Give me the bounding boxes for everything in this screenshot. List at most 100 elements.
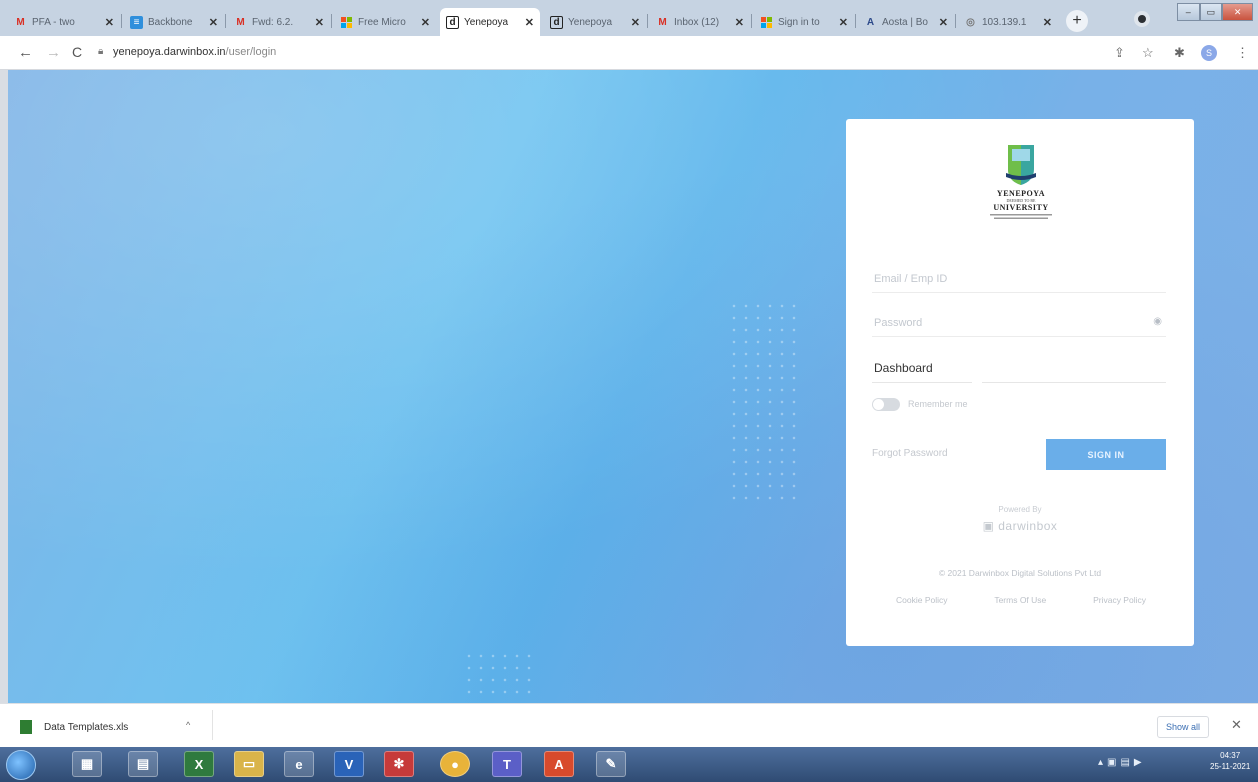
password-field[interactable]: Password ◉ <box>872 307 1166 337</box>
acrobat-icon[interactable]: A <box>544 751 574 777</box>
tab-sign-in[interactable]: Sign in to ✕ <box>754 8 854 36</box>
show-all-button[interactable]: Show all <box>1157 716 1209 738</box>
eye-icon[interactable]: ◉ <box>1153 316 1162 327</box>
close-tab-icon[interactable]: ✕ <box>209 16 218 29</box>
forward-arrow-icon[interactable]: → <box>46 44 61 61</box>
file-explorer-icon[interactable]: ▭ <box>234 751 264 777</box>
cookie-policy-link[interactable]: Cookie Policy <box>896 595 948 605</box>
email-field[interactable]: Email / Emp ID <box>872 263 1166 293</box>
powered-by-label: Powered By <box>998 505 1042 514</box>
sheets-icon: ≡ <box>130 15 143 29</box>
darwinbox-brand: ▣ darwinbox <box>846 519 1194 533</box>
dot-pattern <box>463 650 533 700</box>
control-panel-icon[interactable]: ▤ <box>128 751 158 777</box>
reload-icon[interactable]: C <box>72 44 82 60</box>
gmail-icon: M <box>236 16 245 28</box>
start-button[interactable] <box>6 750 36 780</box>
internet-explorer-icon[interactable]: e <box>284 751 314 777</box>
close-tab-icon[interactable]: ✕ <box>735 16 744 29</box>
excel-icon[interactable]: X <box>184 751 214 777</box>
url-path: /user/login <box>225 46 277 58</box>
lock-icon[interactable]: 🔒︎ <box>98 46 103 57</box>
tab-fwd[interactable]: M Fwd: 6.2. ✕ <box>228 8 330 36</box>
excel-file-icon <box>20 720 32 734</box>
close-tab-icon[interactable]: ✕ <box>939 16 948 29</box>
close-tab-icon[interactable]: ✕ <box>839 16 848 29</box>
window-controls: – ▭ ✕ <box>1177 3 1254 21</box>
email-placeholder: Email / Emp ID <box>874 273 948 285</box>
download-bar: Data Templates.xls ^ Show all ✕ <box>0 703 1258 747</box>
tab-separator <box>855 14 856 28</box>
tab-search-icon[interactable] <box>1134 11 1150 27</box>
tab-yenepoya-active[interactable]: d Yenepoya ✕ <box>440 8 540 36</box>
tab-aosta[interactable]: A Aosta | Bo ✕ <box>858 8 954 36</box>
taskbar-clock[interactable]: 04:37 25-11-2021 <box>1210 751 1250 773</box>
terms-of-use-link[interactable]: Terms Of Use <box>994 595 1046 605</box>
crest-icon <box>1006 145 1036 185</box>
paint-icon[interactable]: ✎ <box>596 751 626 777</box>
app-icon[interactable]: ✻ <box>384 751 414 777</box>
close-tab-icon[interactable]: ✕ <box>1043 16 1052 29</box>
maximize-button[interactable]: ▭ <box>1199 3 1223 21</box>
university-logo: YENEPOYA DEEMED TO BE UNIVERSITY <box>986 143 1056 235</box>
logo-tagline-scribble <box>988 214 1054 222</box>
tab-inbox[interactable]: M Inbox (12) ✕ <box>650 8 750 36</box>
microsoft-icon <box>340 16 353 29</box>
close-download-bar-icon[interactable]: ✕ <box>1231 717 1242 733</box>
sign-in-button[interactable]: SIGN IN <box>1046 439 1166 470</box>
dot-pattern <box>728 300 798 500</box>
privacy-policy-link[interactable]: Privacy Policy <box>1093 595 1146 605</box>
profile-avatar[interactable]: S <box>1201 45 1217 61</box>
globe-icon: ◎ <box>966 16 975 28</box>
secondary-select[interactable] <box>982 353 1166 383</box>
tab-separator <box>331 14 332 28</box>
close-tab-icon[interactable]: ✕ <box>525 16 534 29</box>
tab-strip: M PFA - two ✕ ≡ Backbone ✕ M Fwd: 6.2. ✕… <box>0 0 1258 36</box>
close-tab-icon[interactable]: ✕ <box>421 16 430 29</box>
url-bar[interactable]: yenepoya.darwinbox.in/user/login <box>113 46 276 58</box>
vpn-client-icon[interactable]: V <box>334 751 364 777</box>
remember-me-label: Remember me <box>908 399 968 409</box>
minimize-button[interactable]: – <box>1177 3 1200 21</box>
tab-ip-address[interactable]: ◎ 103.139.1 ✕ <box>958 8 1058 36</box>
close-tab-icon[interactable]: ✕ <box>315 16 324 29</box>
url-host: yenepoya.darwinbox.in <box>113 46 226 58</box>
darwinbox-icon: d <box>446 15 459 29</box>
forgot-password-link[interactable]: Forgot Password <box>872 448 948 459</box>
system-tray-icons[interactable]: ▴▣▤▶ <box>1098 757 1146 768</box>
teams-icon[interactable]: T <box>492 751 522 777</box>
close-window-button[interactable]: ✕ <box>1222 3 1254 21</box>
dashboard-select[interactable]: Dashboard <box>872 353 972 383</box>
tab-separator <box>225 14 226 28</box>
aosta-icon: A <box>866 16 875 28</box>
tab-separator <box>955 14 956 28</box>
gmail-icon: M <box>658 16 667 28</box>
windows-taskbar: ▦ ▤ X ▭ e V ✻ ● T A ✎ ▴▣▤▶ 04:37 25-11-2… <box>0 747 1258 782</box>
close-tab-icon[interactable]: ✕ <box>631 16 640 29</box>
password-placeholder: Password <box>874 317 923 329</box>
address-toolbar: ← → C 🔒︎ yenepoya.darwinbox.in/user/logi… <box>0 36 1258 70</box>
chrome-icon[interactable]: ● <box>440 751 470 777</box>
tab-free-micro[interactable]: Free Micro ✕ <box>334 8 436 36</box>
chevron-up-icon[interactable]: ^ <box>186 720 190 730</box>
tab-yenepoya[interactable]: d Yenepoya ✕ <box>544 8 646 36</box>
close-tab-icon[interactable]: ✕ <box>105 16 114 29</box>
logo-name: YENEPOYA <box>996 189 1046 198</box>
back-arrow-icon[interactable]: ← <box>18 44 33 61</box>
login-page-background: YENEPOYA DEEMED TO BE UNIVERSITY Email /… <box>8 70 1258 703</box>
extensions-puzzle-icon[interactable]: ✱ <box>1174 45 1185 61</box>
darwinbox-logo-icon: ▣ <box>982 519 999 533</box>
remember-me-toggle[interactable] <box>872 398 900 411</box>
copyright-text: © 2021 Darwinbox Digital Solutions Pvt L… <box>938 568 1102 578</box>
share-icon[interactable]: ⇪ <box>1114 45 1125 61</box>
tab-pfa[interactable]: M PFA - two ✕ <box>8 8 120 36</box>
logo-university: UNIVERSITY <box>993 203 1049 212</box>
tab-separator <box>751 14 752 28</box>
calculator-icon[interactable]: ▦ <box>72 751 102 777</box>
bookmark-star-icon[interactable]: ☆ <box>1142 45 1154 61</box>
menu-kebab-icon[interactable]: ⋮ <box>1236 45 1249 61</box>
tab-separator <box>647 14 648 28</box>
new-tab-button[interactable]: + <box>1066 10 1088 32</box>
download-item[interactable]: Data Templates.xls <box>20 720 128 734</box>
tab-backbone[interactable]: ≡ Backbone ✕ <box>124 8 224 36</box>
